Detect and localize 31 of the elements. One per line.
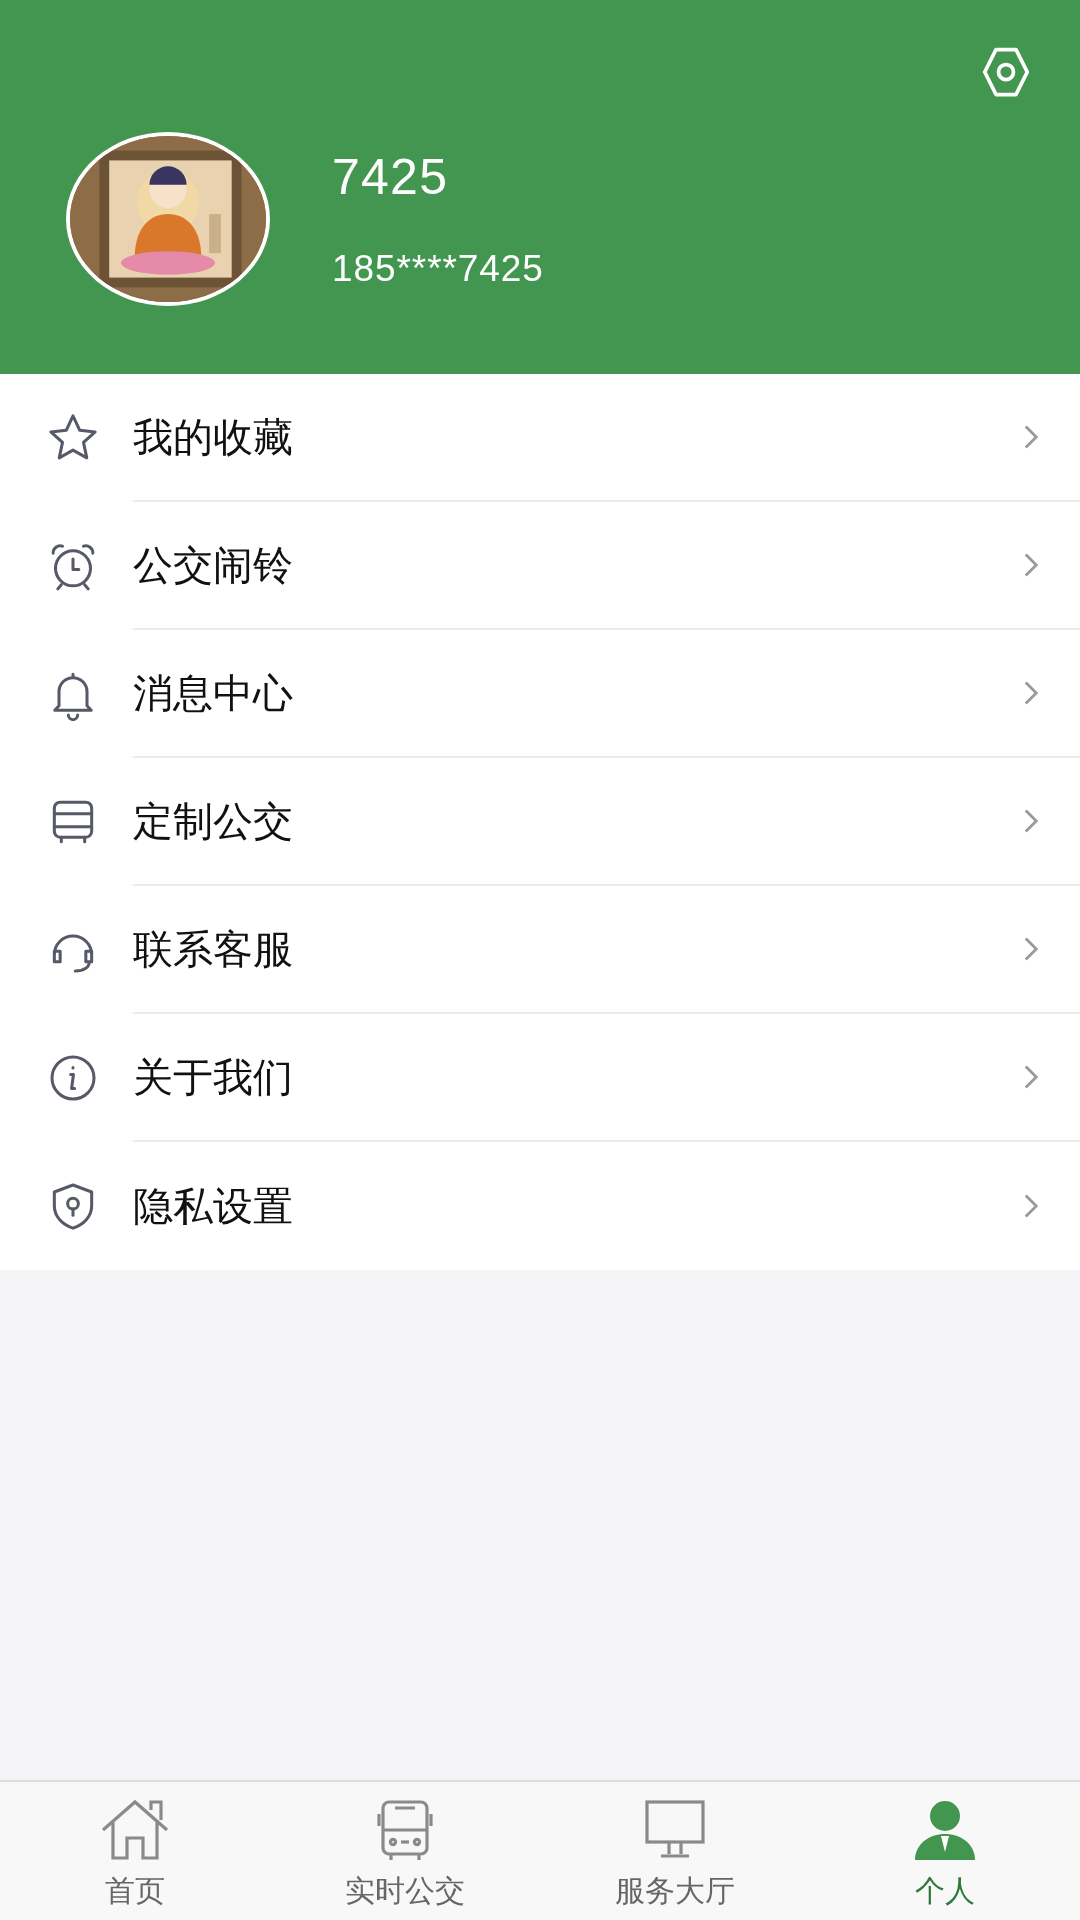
menu-label: 联系客服	[133, 926, 294, 973]
menu-label: 定制公交	[133, 798, 294, 845]
menu-item[interactable]: 关于我们	[0, 1014, 1080, 1142]
tab-item[interactable]: 个人	[810, 1782, 1080, 1920]
menu-item[interactable]: 公交闹铃	[0, 502, 1080, 630]
tab-item[interactable]: 首页	[0, 1782, 270, 1920]
tab-item[interactable]: 服务大厅	[540, 1782, 810, 1920]
menu-item[interactable]: 消息中心	[0, 630, 1080, 758]
menu-item[interactable]: 定制公交	[0, 758, 1080, 886]
chevron-right-icon	[1022, 807, 1040, 835]
menu-item[interactable]: 我的收藏	[0, 374, 1080, 502]
chevron-right-icon	[1022, 1192, 1040, 1220]
chevron-right-icon	[1022, 1063, 1040, 1091]
chevron-right-icon	[1022, 423, 1040, 451]
menu-label: 公交闹铃	[133, 542, 294, 589]
tab-label: 服务大厅	[615, 1873, 735, 1909]
phone-number: 185****7425	[332, 249, 544, 287]
user-name: 7425	[332, 151, 450, 202]
menu-label: 我的收藏	[133, 414, 294, 461]
tab-label: 个人	[915, 1873, 975, 1909]
menu-label: 关于我们	[133, 1054, 294, 1101]
tab-label: 实时公交	[345, 1873, 465, 1909]
menu-label: 隐私设置	[133, 1183, 294, 1230]
menu-item[interactable]: 联系客服	[0, 886, 1080, 1014]
chevron-right-icon	[1022, 551, 1040, 579]
chevron-right-icon	[1022, 935, 1040, 963]
chevron-right-icon	[1022, 679, 1040, 707]
menu-item[interactable]: 隐私设置	[0, 1142, 1080, 1270]
menu-label: 消息中心	[133, 670, 294, 717]
tab-label: 首页	[105, 1873, 165, 1909]
tab-item[interactable]: 实时公交	[270, 1782, 540, 1920]
